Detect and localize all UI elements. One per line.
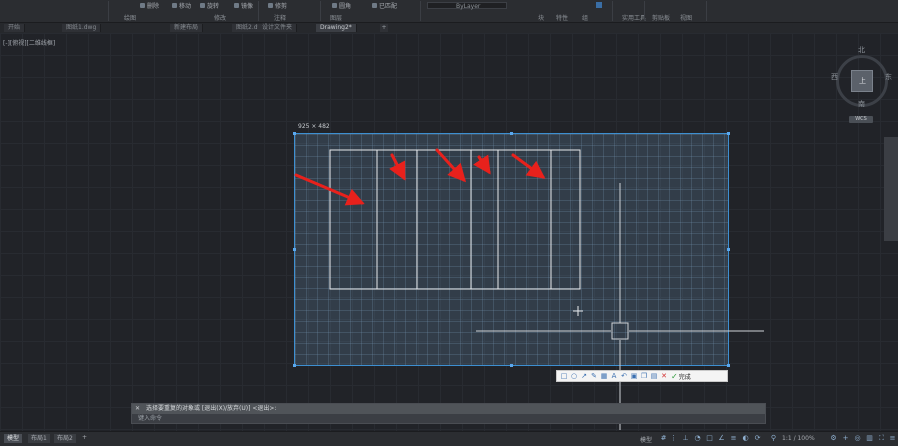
selection-cycling-icon[interactable]: ⟳ — [754, 435, 761, 442]
transparency-icon[interactable]: ◐ — [742, 435, 749, 442]
red-arrow — [473, 154, 491, 175]
drawing-geometry — [294, 148, 764, 430]
text-tool-icon[interactable]: A — [610, 372, 618, 380]
mosaic-tool-icon[interactable]: ▦ — [600, 372, 608, 380]
isolate-icon[interactable]: ◎ — [854, 435, 861, 442]
tab-layout2[interactable]: 布局2 — [54, 434, 76, 443]
close-icon[interactable]: ✕ — [135, 405, 140, 412]
model-space-label[interactable]: 模型 — [640, 435, 652, 444]
command-history: 选择要重复的对象或 [退出(X)/放弃(U)] <退出>: — [132, 404, 765, 414]
red-arrow — [435, 148, 467, 183]
lineweight-icon[interactable]: ≡ — [730, 435, 737, 442]
crosshair-cursor — [476, 183, 764, 430]
polar-icon[interactable]: ◔ — [694, 435, 701, 442]
command-input[interactable]: 键入命令 — [132, 414, 765, 423]
arrow-tool-icon[interactable]: ↗ — [580, 372, 588, 380]
crosshair-pickbox — [611, 322, 629, 340]
pin-icon[interactable]: ▣ — [630, 372, 638, 380]
move-cursor-icon — [573, 306, 583, 316]
red-arrow — [294, 173, 365, 206]
annotation-arrows — [294, 148, 546, 206]
command-prompt: 键入命令 — [138, 415, 163, 422]
red-arrow — [511, 153, 546, 179]
snip-toolbar: □ ○ ↗ ✎ ▦ A ↶ ▣ ❐ ▤ ✕ ✓ 完成 — [556, 370, 728, 382]
gear-icon[interactable]: ⚙ — [830, 435, 837, 442]
command-line: 选择要重复的对象或 [退出(X)/放弃(U)] <退出>: 键入命令 ✕ — [131, 403, 766, 424]
add-layout-icon[interactable]: + — [82, 434, 87, 441]
fullscreen-icon[interactable]: ⛶ — [878, 435, 885, 442]
cancel-icon[interactable]: ✕ — [660, 372, 668, 380]
annotation-scale[interactable]: 1:1 / 100% — [782, 435, 815, 442]
snap-icon[interactable]: ⋮ — [670, 435, 677, 442]
status-bar: 模型 布局1 布局2 + 模型 # ⋮ ⊥ ◔ □ ∠ ≡ ◐ ⟳ ⚲ 1:1 … — [0, 431, 898, 446]
checkmark-icon: ✓ — [671, 371, 678, 381]
otrack-icon[interactable]: ∠ — [718, 435, 725, 442]
osnap-icon[interactable]: □ — [706, 435, 713, 442]
customize-icon[interactable]: ≡ — [889, 435, 896, 442]
save-icon[interactable]: ▤ — [650, 372, 658, 380]
finish-button[interactable]: ✓ 完成 — [671, 372, 691, 381]
tab-model[interactable]: 模型 — [4, 434, 23, 443]
plus-icon[interactable]: + — [842, 435, 849, 442]
undo-icon[interactable]: ↶ — [620, 372, 628, 380]
ellipse-tool-icon[interactable]: ○ — [570, 372, 578, 380]
pen-tool-icon[interactable]: ✎ — [590, 372, 598, 380]
grid-icon[interactable]: # — [660, 435, 667, 442]
annotation-scale-icon[interactable]: ⚲ — [770, 435, 777, 442]
red-arrow — [389, 153, 406, 181]
ortho-icon[interactable]: ⊥ — [682, 435, 689, 442]
tab-layout1[interactable]: 布局1 — [28, 434, 50, 443]
hardware-icon[interactable]: ▥ — [866, 435, 873, 442]
rectangle-tool-icon[interactable]: □ — [560, 372, 568, 380]
copy-icon[interactable]: ❐ — [640, 372, 648, 380]
